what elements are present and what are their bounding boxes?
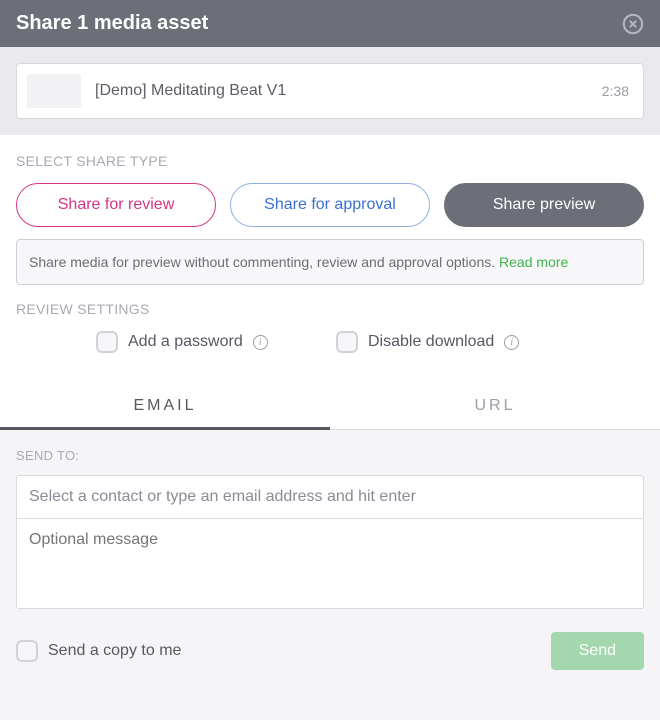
info-icon[interactable]: i — [504, 335, 519, 350]
review-settings-row: Add a password i Disable download i — [16, 331, 644, 379]
modal-header: Share 1 media asset — [0, 0, 660, 47]
tab-email[interactable]: EMAIL — [0, 379, 330, 430]
disable-download-checkbox[interactable] — [336, 331, 358, 353]
review-settings-label: REVIEW SETTINGS — [16, 301, 644, 317]
send-copy-option: Send a copy to me — [16, 640, 181, 662]
media-thumbnail — [27, 74, 81, 108]
share-for-review-button[interactable]: Share for review — [16, 183, 216, 227]
share-type-info-text: Share media for preview without commenti… — [29, 254, 499, 270]
add-password-checkbox[interactable] — [96, 331, 118, 353]
read-more-link[interactable]: Read more — [499, 254, 568, 270]
media-duration: 2:38 — [602, 83, 633, 99]
send-copy-checkbox[interactable] — [16, 640, 38, 662]
send-button[interactable]: Send — [551, 632, 644, 670]
media-row[interactable]: [Demo] Meditating Beat V1 2:38 — [16, 63, 644, 119]
tab-url[interactable]: URL — [330, 379, 660, 430]
share-for-approval-button[interactable]: Share for approval — [230, 183, 430, 227]
send-to-label: SEND TO: — [16, 448, 644, 463]
add-password-option: Add a password i — [96, 331, 296, 353]
disable-download-option: Disable download i — [336, 331, 536, 353]
modal-footer: Send a copy to me Send — [0, 628, 660, 686]
close-icon[interactable] — [622, 13, 644, 35]
share-type-label: SELECT SHARE TYPE — [16, 153, 644, 169]
modal-title: Share 1 media asset — [16, 12, 208, 35]
share-modal: Share 1 media asset [Demo] Meditating Be… — [0, 0, 660, 686]
media-asset-list: [Demo] Meditating Beat V1 2:38 — [0, 47, 660, 135]
info-icon[interactable]: i — [253, 335, 268, 350]
contact-input[interactable]: Select a contact or type an email addres… — [16, 475, 644, 519]
disable-download-label: Disable download — [368, 333, 494, 351]
share-type-options: Share for review Share for approval Shar… — [16, 183, 644, 227]
share-type-info: Share media for preview without commenti… — [16, 239, 644, 285]
email-section: SEND TO: Select a contact or type an ema… — [0, 430, 660, 628]
add-password-label: Add a password — [128, 333, 243, 351]
send-copy-label: Send a copy to me — [48, 642, 181, 660]
share-type-section: SELECT SHARE TYPE Share for review Share… — [0, 135, 660, 379]
share-preview-button[interactable]: Share preview — [444, 183, 644, 227]
media-title: [Demo] Meditating Beat V1 — [95, 82, 588, 100]
message-input[interactable] — [16, 519, 644, 609]
delivery-tabs: EMAIL URL — [0, 379, 660, 430]
